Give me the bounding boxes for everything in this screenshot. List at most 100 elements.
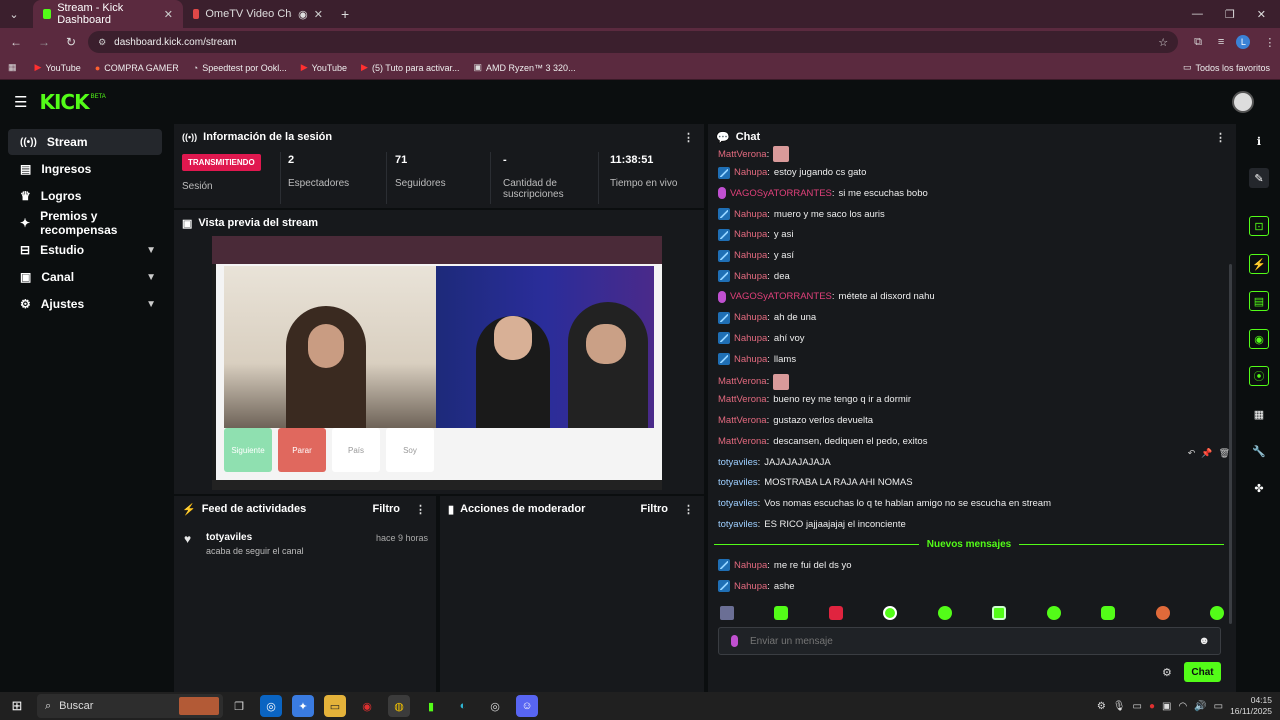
record-tray-icon[interactable]: ●	[1149, 701, 1155, 712]
tray-icon[interactable]: ▣	[1162, 701, 1171, 712]
chat-message[interactable]: Nahupa: muero y me saco los auris	[718, 208, 885, 221]
user-avatar[interactable]	[1232, 91, 1254, 113]
bookmark-item[interactable]: ▶ (5) Tuto para activar...	[361, 62, 459, 73]
chat-message[interactable]: MattVerona: bueno rey me tengo q ir a dor…	[718, 394, 911, 405]
chat-username[interactable]: Nahupa	[734, 312, 767, 323]
chat-message[interactable]: Nahupa: estoy jugando cs gato	[718, 166, 866, 179]
chat-settings-icon[interactable]: ⚙	[1162, 666, 1172, 679]
windows-start-icon[interactable]: ⊞	[6, 695, 28, 717]
emote-icon[interactable]	[1209, 606, 1224, 620]
filter-button[interactable]: Filtro	[641, 503, 669, 515]
pin-icon[interactable]: 📌	[1201, 448, 1212, 459]
taskbar-search[interactable]: ⌕ Buscar	[37, 694, 223, 718]
chat-username[interactable]: Nahupa	[734, 354, 767, 365]
chat-username[interactable]: VAGOSyATORRANTES	[730, 291, 832, 302]
sidebar-item-premios[interactable]: ✦ Premios y recompensas	[8, 209, 162, 237]
trash-icon[interactable]: 🗑	[1219, 448, 1230, 459]
kebab-menu-icon[interactable]: ⋮	[1215, 131, 1226, 144]
broadcast-icon[interactable]: ⦿	[1249, 366, 1269, 386]
chrome-icon[interactable]: ◍	[388, 695, 410, 717]
tab-ometv[interactable]: OmeTV Video Chat — Ome ◉ ✕	[183, 0, 333, 28]
chat-message[interactable]: MattVerona:	[718, 146, 790, 162]
notebook-icon[interactable]: ▮	[420, 695, 442, 717]
file-explorer-icon[interactable]: ▭	[324, 695, 346, 717]
emoji-icon[interactable]: ☻	[1198, 635, 1210, 647]
emote-icon[interactable]	[1046, 606, 1061, 620]
emote-icon[interactable]	[1101, 606, 1116, 620]
volume-icon[interactable]: 🔊	[1194, 701, 1206, 712]
chat-message[interactable]: MattVerona: gustazo verlos devuelta	[718, 415, 873, 426]
menu-icon[interactable]: ⋮	[1264, 36, 1275, 49]
media-icon[interactable]: ≡	[1218, 36, 1224, 48]
lightning-icon[interactable]: ⚡	[1249, 254, 1269, 274]
chat-input[interactable]	[750, 635, 1170, 647]
edge-icon[interactable]: ◐	[452, 695, 474, 717]
back-icon[interactable]: ←	[10, 35, 22, 49]
reload-icon[interactable]: ↻	[66, 35, 76, 49]
chat-username[interactable]: Nahupa	[734, 250, 767, 261]
chevron-down-icon[interactable]: ▼	[146, 245, 156, 256]
tab-list-icon[interactable]: ⌄	[6, 3, 22, 25]
chat-username[interactable]: MattVerona	[718, 149, 767, 160]
chat-message[interactable]: Nahupa: ah de una	[718, 311, 816, 324]
apps-icon[interactable]: ▦	[8, 62, 17, 73]
chat-message[interactable]: totyaviles: JAJAJAJAJAJA	[718, 457, 831, 468]
chat-username[interactable]: totyaviles	[718, 519, 758, 530]
emote-icon[interactable]	[883, 606, 898, 620]
puzzle-icon[interactable]: ✤	[1249, 478, 1269, 498]
task-view-icon[interactable]: ❐	[228, 695, 250, 717]
chat-username[interactable]: MattVerona	[718, 436, 767, 447]
chat-username[interactable]: Nahupa	[734, 167, 767, 178]
reply-icon[interactable]: ↶	[1188, 448, 1196, 459]
stack-icon[interactable]: ▦	[1249, 404, 1269, 424]
chat-message[interactable]: VAGOSyATORRANTES: métete al disxord nahu	[718, 290, 935, 303]
chat-send-button[interactable]: Chat	[1184, 662, 1221, 682]
obs-icon[interactable]: ◎	[484, 695, 506, 717]
outlook-icon[interactable]: ◎	[260, 695, 282, 717]
stream-video[interactable]: Siguiente Parar País Soy	[212, 236, 662, 490]
bookmark-item[interactable]: ● COMPRA GAMER	[95, 63, 179, 73]
filter-button[interactable]: Filtro	[373, 503, 401, 515]
mic-tray-icon[interactable]: 🎙	[1113, 701, 1126, 712]
chat-username[interactable]: totyaviles	[718, 498, 758, 509]
restore-icon[interactable]: ❐	[1225, 8, 1235, 21]
pencil-icon[interactable]: ✎	[1249, 168, 1269, 188]
capture-icon[interactable]: ⊡	[1249, 216, 1269, 236]
chat-username[interactable]: Nahupa	[734, 229, 767, 240]
kebab-menu-icon[interactable]: ⋮	[415, 503, 426, 516]
discord-icon[interactable]: ☺	[516, 695, 538, 717]
chat-username[interactable]: Nahupa	[734, 271, 767, 282]
chat-scrollbar[interactable]	[1229, 264, 1232, 624]
media-app-icon[interactable]: ◉	[356, 695, 378, 717]
chat-input-field[interactable]: ☻	[718, 627, 1221, 655]
bookmark-item[interactable]: ▶ YouTube	[301, 62, 347, 73]
emote-icon[interactable]	[937, 606, 952, 620]
emote-icon[interactable]	[828, 606, 843, 620]
battery-icon[interactable]: ▭	[1214, 701, 1223, 712]
chat-message[interactable]: totyaviles: Vos nomas escuchas lo q te ha…	[718, 498, 1051, 509]
close-icon[interactable]: ✕	[164, 8, 173, 21]
url-field[interactable]: ⚙ dashboard.kick.com/stream ☆	[88, 31, 1179, 53]
emote-icon[interactable]	[992, 606, 1007, 620]
kebab-menu-icon[interactable]: ⋮	[683, 131, 694, 144]
chat-username[interactable]: MattVerona	[718, 415, 767, 426]
extensions-icon[interactable]: ⧉	[1194, 36, 1202, 49]
tray-icon[interactable]: ▭	[1132, 701, 1141, 712]
minimize-icon[interactable]: —	[1192, 8, 1203, 21]
chat-username[interactable]: VAGOSyATORRANTES	[730, 188, 832, 199]
emote-icon[interactable]	[774, 606, 789, 620]
sidebar-item-stream[interactable]: ((•)) Stream	[8, 129, 162, 155]
sidebar-item-logros[interactable]: ♛ Logros	[8, 183, 162, 209]
emote-icon[interactable]	[720, 606, 734, 620]
list-icon[interactable]: ▤	[1249, 291, 1269, 311]
forward-icon[interactable]: →	[38, 35, 50, 49]
chat-message[interactable]: Nahupa: y asi	[718, 228, 793, 241]
sidebar-item-canal[interactable]: ▣ Canal ▼	[8, 264, 162, 290]
chat-message[interactable]: Nahupa: ahí voy	[718, 332, 805, 345]
chat-bubble-icon[interactable]: ◉	[1249, 329, 1269, 349]
copilot-icon[interactable]: ✦	[292, 695, 314, 717]
new-tab-icon[interactable]: +	[341, 6, 349, 22]
emote-icon[interactable]	[1155, 606, 1170, 620]
pais-button[interactable]: País	[332, 428, 380, 472]
chat-message[interactable]: MattVerona: descansen, dediquen el pedo, …	[718, 436, 927, 447]
